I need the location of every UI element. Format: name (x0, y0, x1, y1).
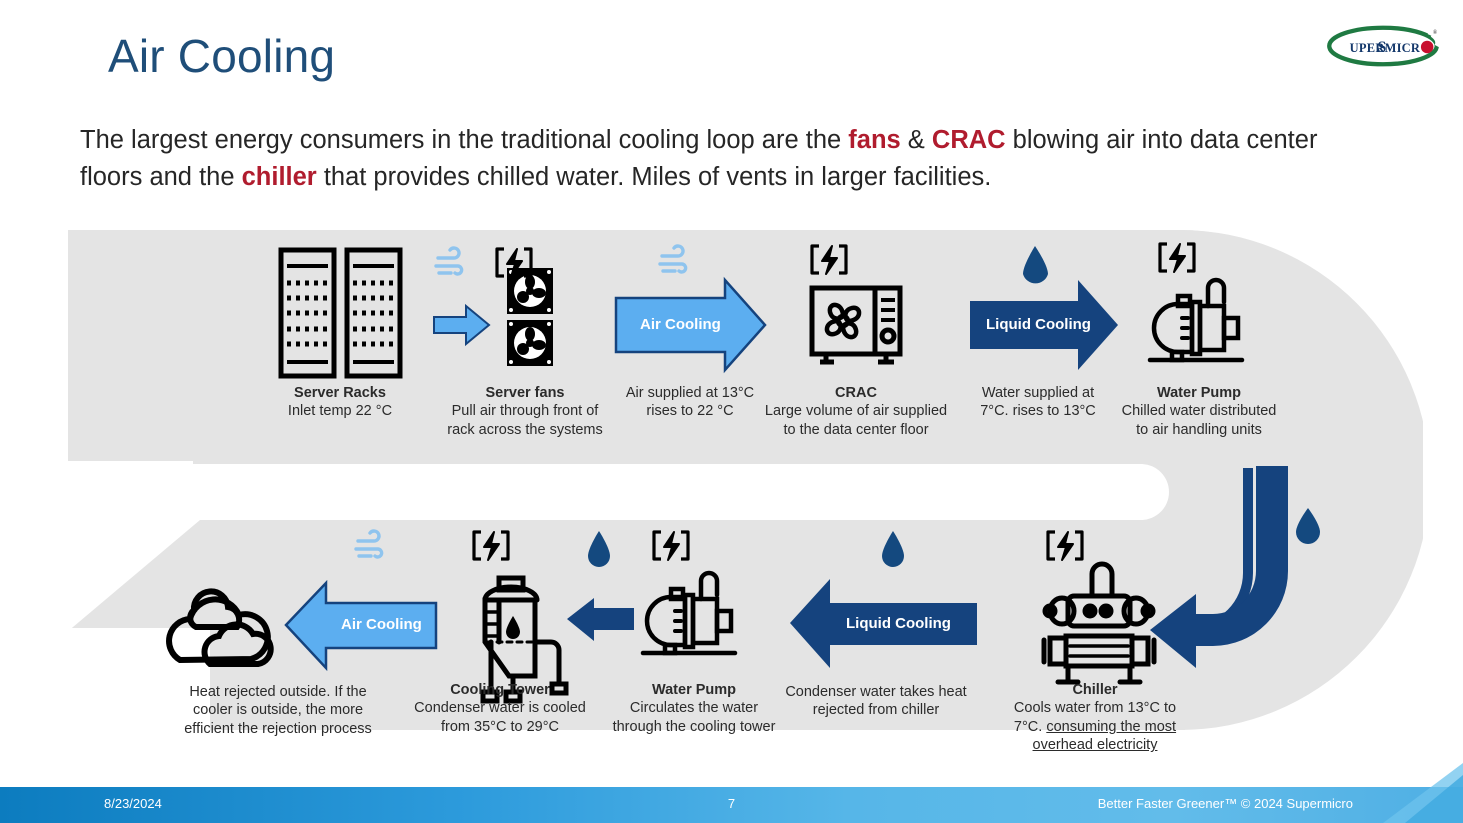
caption-line: Large volume of air supplied (764, 403, 948, 420)
subtitle-highlight: CRAC (931, 126, 1006, 154)
caption-title: CRAC (835, 385, 877, 401)
caption-crac: CRAC Large volume of air supplied to the… (752, 384, 960, 439)
caption-line: Inlet temp 22 °C (287, 403, 393, 420)
subtitle-text: that provides chilled water. Miles of ve… (316, 162, 992, 191)
caption-server-fans: Server fans Pull air through front of ra… (435, 384, 615, 439)
caption-cooling-tower: Cooling Tower Condenser water is cooled … (400, 681, 600, 736)
caption-title: Server fans (485, 385, 565, 401)
caption-water-supplied: Water supplied at 7°C. rises to 13°C (952, 384, 1124, 421)
caption-line: Circulates the water (629, 700, 759, 717)
caption-heat-rejected: Heat rejected outside. If the cooler is … (166, 683, 390, 738)
subtitle-paragraph: The largest energy consumers in the trad… (80, 122, 1370, 196)
svg-text:UPERMICR: UPERMICR (1350, 41, 1421, 55)
caption-line: Chilled water distributed (1121, 403, 1277, 420)
caption-line: rack across the systems (447, 421, 603, 438)
caption-line-underlined: 7°C. consuming the most (1014, 719, 1176, 735)
subtitle-text: The largest energy consumers in the trad… (80, 126, 849, 154)
caption-line: through the cooling tower (612, 718, 776, 735)
caption-line: Air supplied at 13°C (625, 385, 755, 401)
footer-tagline: Better Faster Greener™ © 2024 Supermicro (1097, 796, 1353, 811)
caption-line: to the data center floor (783, 421, 929, 438)
caption-title: Water Pump (651, 682, 737, 698)
caption-line: efficient the rejection process (184, 720, 372, 737)
caption-title: Water Pump (1156, 385, 1242, 401)
caption-line: cooler is outside, the more (192, 702, 364, 719)
page-title: Air Cooling (108, 30, 336, 82)
caption-server-racks: Server Racks Inlet temp 22 °C (250, 384, 430, 421)
caption-title: Cooling Tower (450, 682, 550, 698)
caption-line: to air handling units (1136, 421, 1262, 438)
caption-text: 7°C. (1013, 718, 1047, 735)
caption-title: Server Racks (294, 385, 386, 401)
caption-water-pump-top: Water Pump Chilled water distributed to … (1100, 384, 1298, 439)
caption-line: Heat rejected outside. If the (189, 684, 367, 700)
caption-chiller: Chiller Cools water from 13°C to 7°C. co… (995, 681, 1195, 755)
svg-text:®: ® (1433, 29, 1438, 36)
caption-title: Chiller (1072, 682, 1118, 698)
caption-line: Condenser water is cooled (414, 700, 586, 717)
slide-footer: 8/23/2024 7 Better Faster Greener™ © 202… (0, 763, 1463, 823)
caption-line: 7°C. rises to 13°C (980, 403, 1096, 420)
caption-text-underlined: consuming the most (1046, 718, 1177, 735)
caption-line: rejected from chiller (812, 702, 940, 719)
subtitle-highlight: chiller (241, 162, 317, 191)
footer-decoration (1383, 763, 1463, 823)
caption-line: Condenser water takes heat (785, 684, 967, 700)
caption-line: Pull air through front of (451, 403, 599, 420)
caption-water-pump-bottom: Water Pump Circulates the water through … (600, 681, 788, 736)
subtitle-highlight: fans (848, 126, 901, 154)
cooling-loop-diagram: Air Cooling Liquid Cooling Air Cooling L… (0, 218, 1463, 768)
caption-condenser-water: Condenser water takes heat rejected from… (778, 683, 974, 720)
caption-line: rises to 22 °C (646, 403, 734, 420)
subtitle-text: & (900, 126, 932, 154)
slide-canvas: Air Cooling The largest energy consumers… (0, 0, 1463, 823)
caption-line-underlined: overhead electricity (1032, 737, 1158, 754)
supermicro-logo: S UPERMICR ® (1325, 22, 1441, 70)
caption-line: Water supplied at (981, 385, 1095, 401)
caption-line: Cools water from 13°C to (1013, 700, 1177, 717)
caption-line: from 35°C to 29°C (441, 718, 559, 735)
